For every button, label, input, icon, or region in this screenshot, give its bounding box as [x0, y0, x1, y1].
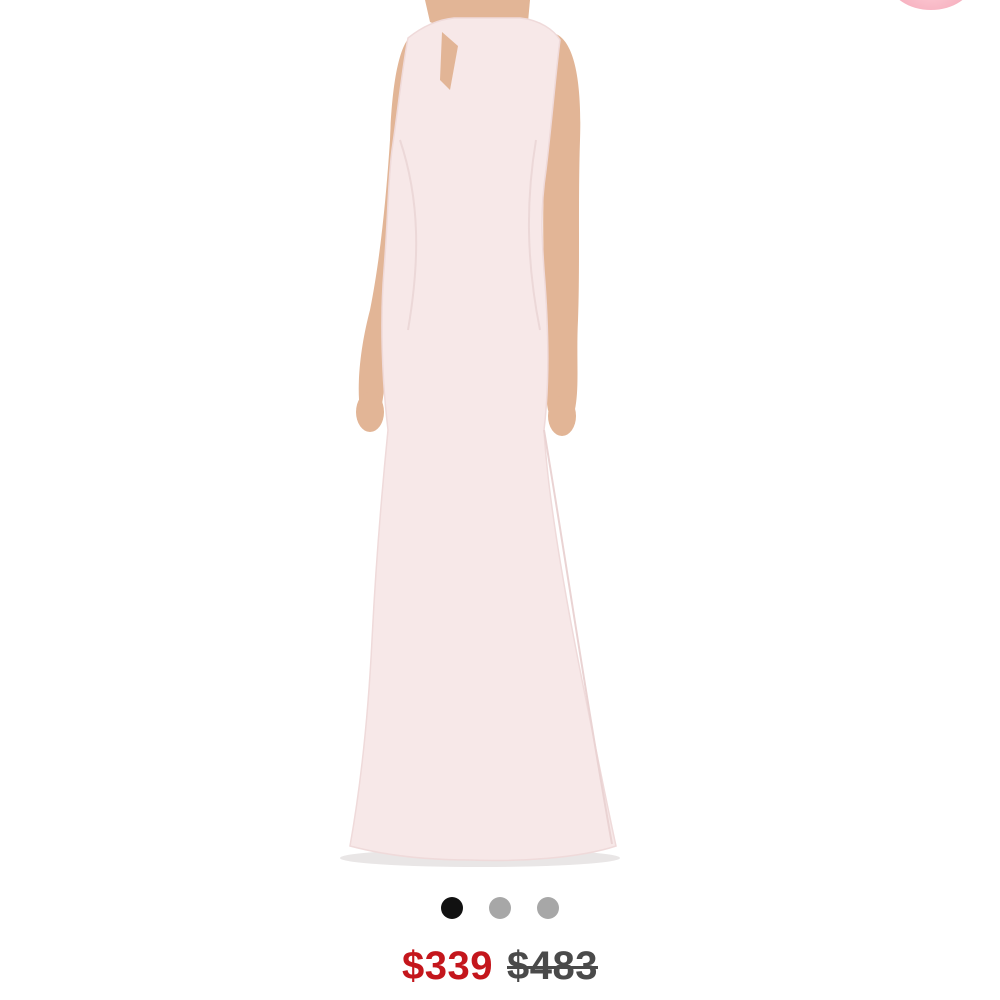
pagination-dot-3[interactable] [537, 897, 559, 919]
image-pagination [0, 896, 1000, 920]
product-image[interactable] [330, 0, 640, 880]
pagination-dot-2[interactable] [489, 897, 511, 919]
price-row: $339 $483 [0, 944, 1000, 989]
original-price: $483 [507, 944, 598, 988]
pagination-dot-1[interactable] [441, 897, 463, 919]
sale-price: $339 [402, 944, 493, 988]
dress-photo-icon [340, 0, 620, 867]
corner-badge-icon [890, 0, 972, 10]
